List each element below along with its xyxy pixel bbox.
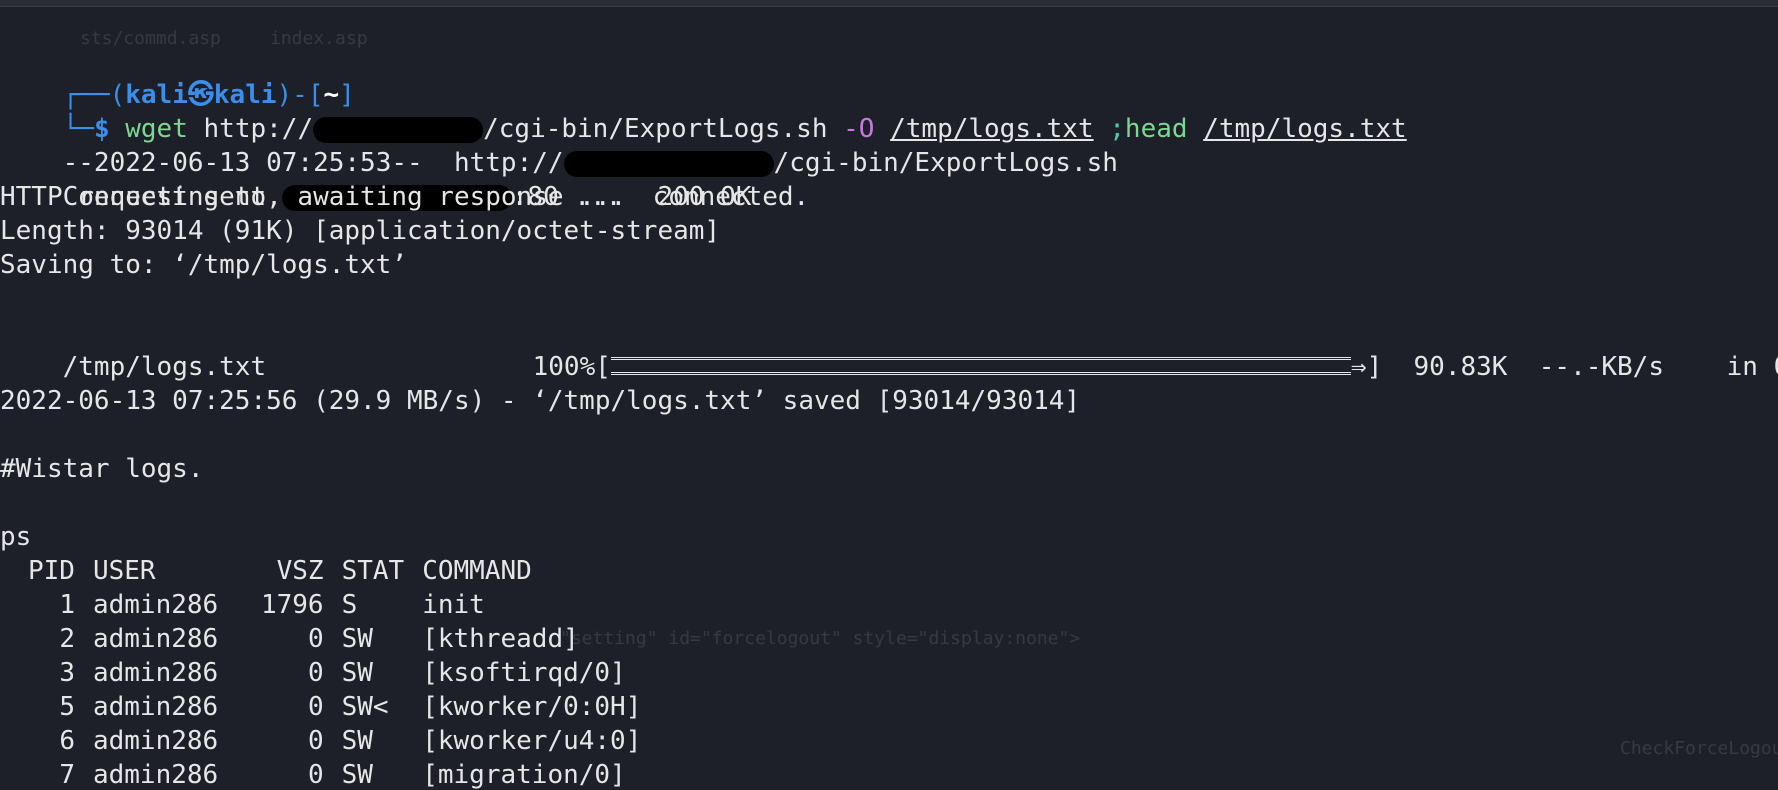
column-header: USER — [92, 556, 156, 586]
prompt-line: ┌──(kali㉿kali)-[~] — [62, 80, 355, 110]
progress-file: /tmp/logs.txt — [62, 352, 267, 382]
progress-rate: --.-KB/s — [1538, 352, 1664, 382]
window-top-edge — [0, 0, 1778, 7]
ps-table: PID USER VSZ STAT COMMAND 1 admin286 179… — [28, 554, 659, 790]
table-row: 6 admin286 0 SW [kworker/u4:0] — [59, 726, 642, 756]
terminal-window[interactable]: sts/commd.asp index.asp "setting" id="fo… — [0, 0, 1778, 790]
progress-time: in 0.0 — [1726, 352, 1778, 382]
column-header: COMMAND — [422, 556, 532, 586]
table-row: 1 admin286 1796 S init — [59, 590, 485, 620]
column-header: VSZ — [276, 556, 324, 586]
table-header-row: PID USER VSZ STAT COMMAND — [28, 554, 659, 588]
command-line[interactable]: └─$ wget http:///cgi-bin/ExportLogs.sh -… — [0, 78, 1407, 144]
command-second-arg: /tmp/logs.txt — [1203, 114, 1407, 144]
output-line: #Wistar logs. — [0, 454, 204, 484]
progress-percent: 100% — [532, 352, 596, 382]
output-line: 2022-06-13 07:25:56 (29.9 MB/s) - ‘/tmp/… — [0, 386, 1081, 416]
column-header: PID — [28, 556, 75, 586]
table-row: 7 admin286 0 SW [migration/0] — [59, 760, 626, 790]
progress-size: 90.83K — [1413, 352, 1508, 382]
output-line: ps — [0, 522, 32, 552]
column-header: STAT — [341, 556, 405, 586]
progress-bar-arrow: ⇒ — [1350, 352, 1367, 382]
table-row: 5 admin286 0 SW< [kworker/0:0H] — [59, 692, 642, 722]
table-row: 2 admin286 0 SW [kthreadd] — [59, 624, 579, 654]
command-second-program: head — [1124, 114, 1188, 144]
output-line: Saving to: ‘/tmp/logs.txt’ — [0, 250, 407, 280]
progress-line: /tmp/logs.txt 100%[⇒] 90.83K --.-KB/s in … — [0, 316, 1778, 382]
output-line: --2022-06-13 07:25:53-- http:///cgi-bin/… — [62, 148, 1118, 178]
output-line: Connecting to :80 ... connected. — [62, 182, 810, 212]
output-line: HTTP request sent, awaiting response ...… — [0, 182, 752, 212]
progress-bar — [610, 356, 1351, 375]
table-row: 3 admin286 0 SW [ksoftirqd/0] — [59, 658, 626, 688]
output-line: Length: 93014 (91K) [application/octet-s… — [0, 216, 721, 246]
background-code-line: CheckForceLogout( — [1620, 738, 1778, 759]
ps-table-container: PID USER VSZ STAT COMMAND 1 admin286 179… — [28, 554, 659, 790]
